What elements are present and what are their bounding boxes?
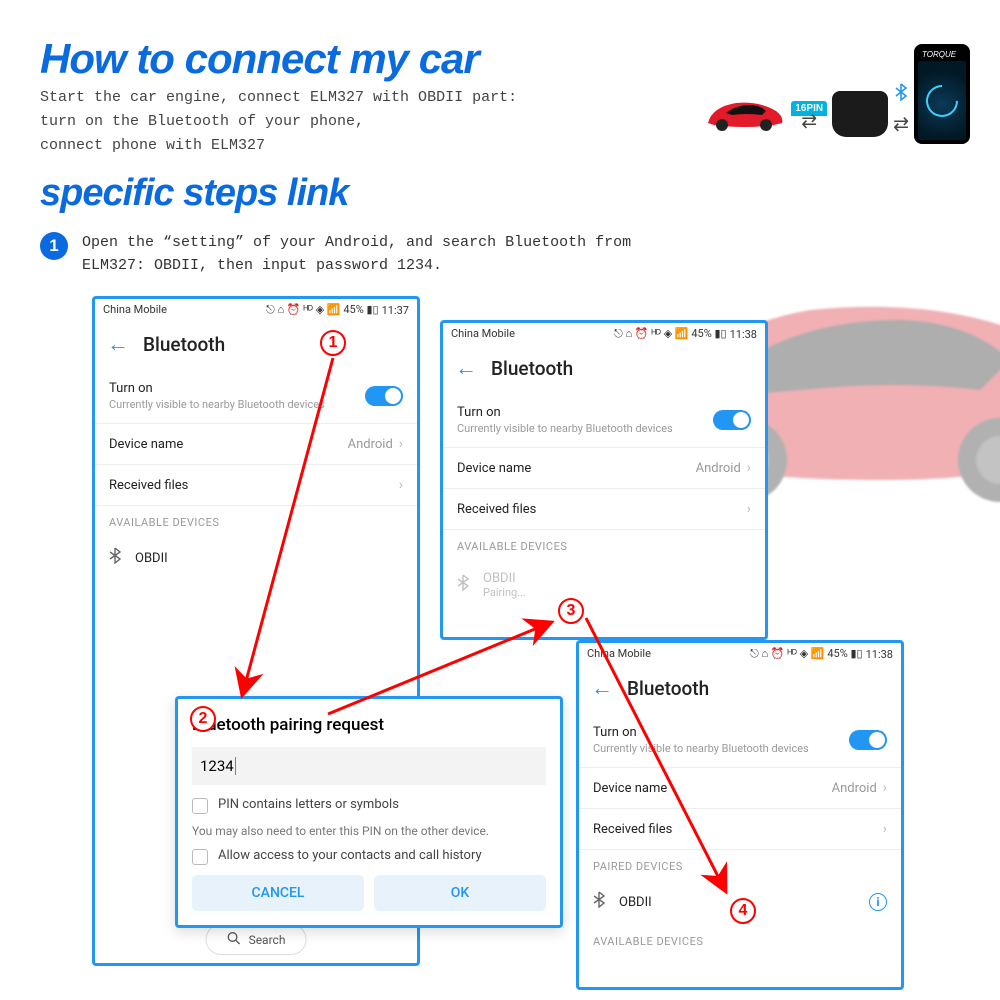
device-obdii[interactable]: OBDII — [95, 535, 417, 581]
toggle-on-icon[interactable] — [713, 410, 751, 430]
back-icon[interactable]: ← — [455, 355, 477, 381]
arrows-icon: ⇄ — [893, 119, 909, 130]
search-icon — [227, 931, 241, 948]
obd-device-icon — [832, 91, 888, 137]
red-step-1: 1 — [320, 330, 346, 356]
bluetooth-icon — [109, 547, 121, 569]
received-files-row[interactable]: Received files› — [579, 809, 901, 850]
status-bar: China Mobile ⎋ ⌂ ⏰ ᴴᴰ ◈ 📶 45% ▮▯11:38 — [443, 323, 765, 345]
screenshot-pairing: China Mobile ⎋ ⌂ ⏰ ᴴᴰ ◈ 📶 45% ▮▯11:38 ← … — [440, 320, 768, 640]
screen-title: Bluetooth — [491, 357, 573, 380]
device-name-row[interactable]: Device name Android› — [443, 448, 765, 489]
allow-contacts-checkbox[interactable]: Allow access to your contacts and call h… — [192, 848, 546, 865]
main-heading: How to connect my car — [40, 35, 479, 83]
pin-letters-checkbox[interactable]: PIN contains letters or symbols — [192, 797, 546, 814]
dialog-title: Bluetooth pairing request — [192, 715, 546, 735]
step-number-badge: 1 — [40, 232, 68, 260]
paired-devices-header: PAIRED DEVICES — [579, 850, 901, 879]
screen-title: Bluetooth — [627, 677, 709, 700]
turn-on-row[interactable]: Turn onCurrently visible to nearby Bluet… — [579, 713, 901, 768]
pin-input[interactable]: 1234 — [192, 747, 546, 785]
phone-app-icon: TORQUE — [914, 44, 970, 144]
status-bar: China Mobile ⎋ ⌂ ⏰ ᴴᴰ ◈ 📶 45% ▮▯11:38 — [579, 643, 901, 665]
search-button[interactable]: Search — [206, 924, 307, 955]
back-icon[interactable]: ← — [107, 331, 129, 357]
device-obdii-pairing[interactable]: OBDII Pairing... — [443, 559, 765, 611]
bluetooth-icon — [894, 83, 908, 105]
step-1: 1 Open the “setting” of your Android, an… — [40, 232, 682, 277]
available-devices-header: AVAILABLE DEVICES — [443, 530, 765, 559]
red-step-3: 3 — [558, 598, 584, 624]
toggle-on-icon[interactable] — [849, 730, 887, 750]
ok-button[interactable]: OK — [374, 875, 546, 911]
intro-text: Start the car engine, connect ELM327 wit… — [40, 86, 517, 158]
available-devices-header: AVAILABLE DEVICES — [579, 925, 901, 954]
received-files-row[interactable]: Received files› — [443, 489, 765, 530]
checkbox-icon — [192, 849, 208, 865]
dialog-hint: You may also need to enter this PIN on t… — [192, 824, 546, 838]
status-bar: China Mobile ⎋ ⌂ ⏰ ᴴᴰ ◈ 📶 45% ▮▯11:37 — [95, 299, 417, 321]
pairing-dialog: Bluetooth pairing request 1234 PIN conta… — [175, 696, 563, 928]
steps-heading: specific steps link — [40, 172, 348, 215]
red-step-2: 2 — [190, 706, 216, 732]
received-files-row[interactable]: Received files› — [95, 465, 417, 506]
bluetooth-icon — [457, 574, 469, 596]
car-icon — [702, 93, 786, 135]
chevron-right-icon: › — [399, 477, 403, 493]
turn-on-row[interactable]: Turn onCurrently visible to nearby Bluet… — [95, 369, 417, 424]
red-step-4: 4 — [730, 898, 756, 924]
connection-diagram: 16PIN ⇄ ⇄ TORQUE — [702, 64, 970, 164]
turn-on-row[interactable]: Turn onCurrently visible to nearby Bluet… — [443, 393, 765, 448]
chevron-right-icon: › — [399, 436, 403, 452]
toggle-on-icon[interactable] — [365, 386, 403, 406]
cancel-button[interactable]: CANCEL — [192, 875, 364, 911]
screen-title: Bluetooth — [143, 333, 225, 356]
checkbox-icon — [192, 798, 208, 814]
bluetooth-icon — [593, 891, 605, 913]
device-name-row[interactable]: Device name Android› — [95, 424, 417, 465]
arrows-icon: ⇄ — [801, 116, 817, 127]
info-icon[interactable]: i — [869, 893, 887, 911]
screenshot-paired: China Mobile ⎋ ⌂ ⏰ ᴴᴰ ◈ 📶 45% ▮▯11:38 ← … — [576, 640, 904, 990]
back-icon[interactable]: ← — [591, 675, 613, 701]
available-devices-header: AVAILABLE DEVICES — [95, 506, 417, 535]
device-name-row[interactable]: Device name Android› — [579, 768, 901, 809]
step-text: Open the “setting” of your Android, and … — [82, 232, 682, 277]
